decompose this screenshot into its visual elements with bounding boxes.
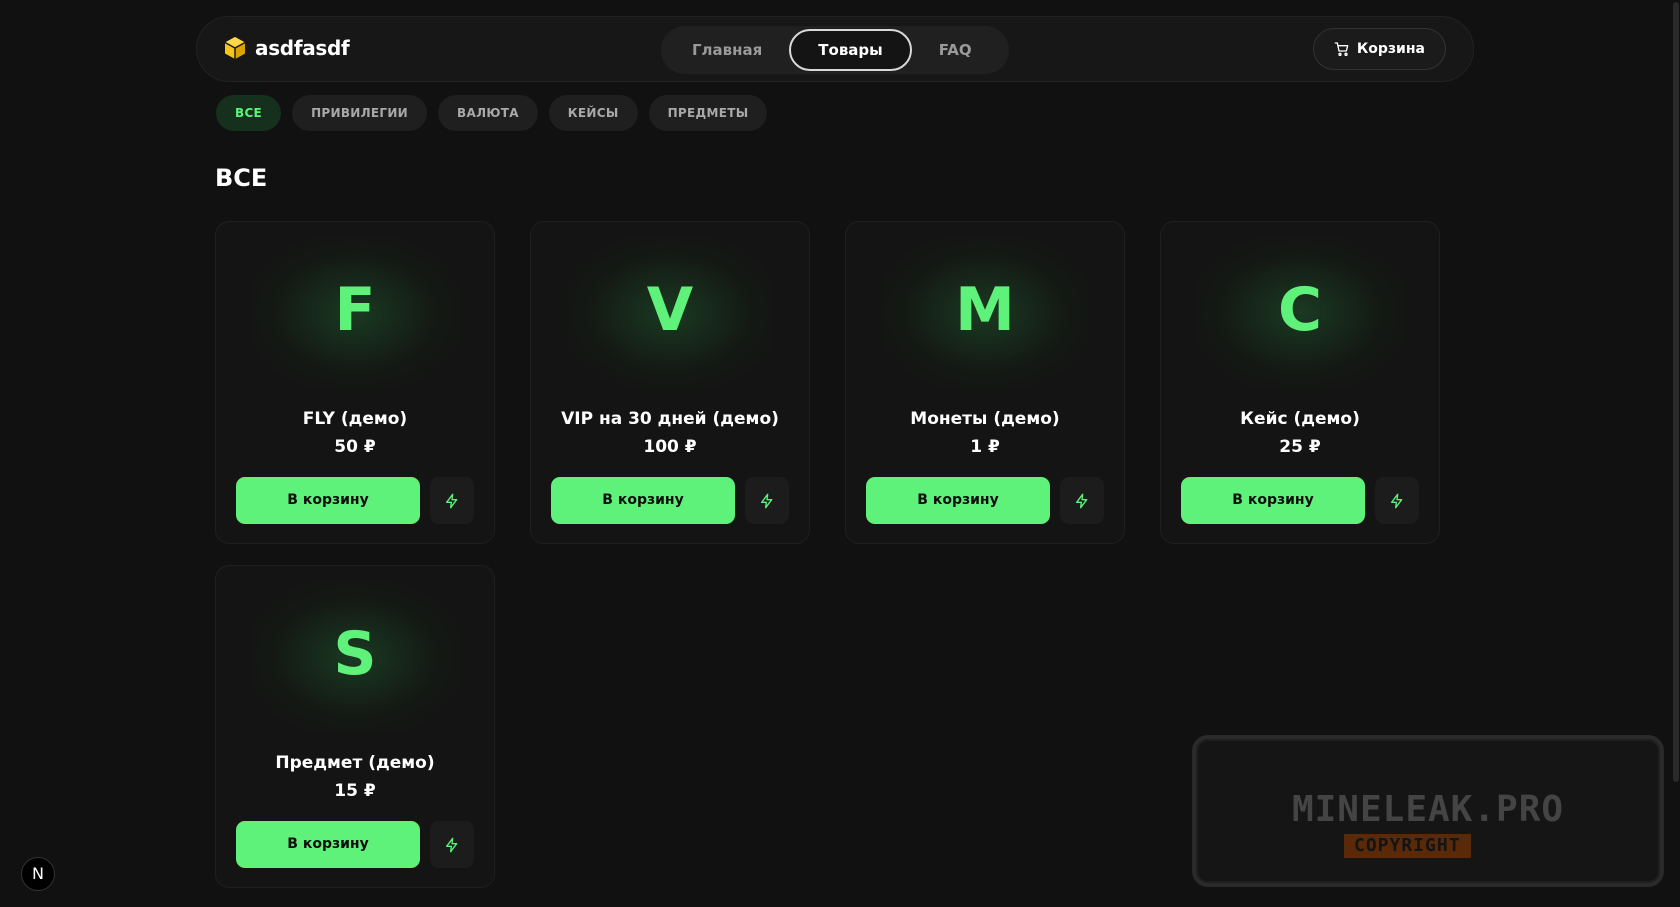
product-card-item: S Предмет (демо) 15 ₽ В корзину [215,565,495,888]
product-letter: M [955,275,1015,345]
product-letter: S [333,619,377,689]
product-letter: F [334,275,376,345]
product-name: FLY (демо) [302,409,408,429]
filter-cases[interactable]: КЕЙСЫ [548,95,638,131]
dev-tools-badge[interactable]: N [21,857,55,891]
product-card-case: C Кейс (демо) 25 ₽ В корзину [1160,221,1440,544]
product-name: Кейс (демо) [1240,409,1360,429]
quick-buy-button[interactable] [1375,477,1419,524]
quick-buy-button[interactable] [430,821,474,868]
product-name: Предмет (демо) [275,753,435,773]
product-card-coins: M Монеты (демо) 1 ₽ В корзину [845,221,1125,544]
watermark: MINELEAK.PRO COPYRIGHT [1192,735,1664,887]
cube-logo-icon [224,37,246,59]
scrollbar-thumb[interactable] [1673,2,1679,782]
scrollbar[interactable] [1672,0,1680,907]
nav-item-faq[interactable]: FAQ [912,29,999,71]
product-price: 25 ₽ [1279,437,1321,457]
add-to-cart-button[interactable]: В корзину [1181,477,1365,524]
product-price: 1 ₽ [970,437,1000,457]
quick-buy-button[interactable] [430,477,474,524]
quick-buy-button[interactable] [745,477,789,524]
product-card-vip: V VIP на 30 дней (демо) 100 ₽ В корзину [530,221,810,544]
nav-item-products[interactable]: Товары [789,29,912,71]
product-letter: V [646,275,694,345]
logo-text: asdfasdf [255,36,350,60]
nav-item-home[interactable]: Главная [665,29,789,71]
lightning-icon [446,837,458,852]
product-letter: C [1277,275,1323,345]
category-filters: ВСЕ ПРИВИЛЕГИИ ВАЛЮТА КЕЙСЫ ПРЕДМЕТЫ [216,95,768,131]
logo[interactable]: asdfasdf [223,36,350,60]
site-header: asdfasdf Главная Товары FAQ Корзина [196,16,1474,82]
filter-currency[interactable]: ВАЛЮТА [438,95,538,131]
watermark-title: MINELEAK.PRO [1291,789,1565,830]
product-card-fly: F FLY (демо) 50 ₽ В корзину [215,221,495,544]
watermark-subtitle: COPYRIGHT [1344,834,1471,858]
filter-items[interactable]: ПРЕДМЕТЫ [648,95,768,131]
section-title: ВСЕ [215,164,268,192]
product-name: VIP на 30 дней (демо) [561,409,779,429]
product-price: 50 ₽ [334,437,376,457]
add-to-cart-button[interactable]: В корзину [236,821,420,868]
filter-privileges[interactable]: ПРИВИЛЕГИИ [292,95,428,131]
quick-buy-button[interactable] [1060,477,1104,524]
lightning-icon [1391,493,1403,508]
cart-label: Корзина [1356,41,1425,57]
lightning-icon [761,493,773,508]
product-price: 15 ₽ [334,781,376,801]
add-to-cart-button[interactable]: В корзину [236,477,420,524]
lightning-icon [1076,493,1088,508]
cart-icon [1334,42,1349,56]
product-price: 100 ₽ [643,437,697,457]
lightning-icon [446,493,458,508]
product-name: Монеты (демо) [910,409,1060,429]
main-nav: Главная Товары FAQ [661,26,1009,74]
filter-all[interactable]: ВСЕ [216,95,282,131]
cart-button[interactable]: Корзина [1312,28,1446,70]
add-to-cart-button[interactable]: В корзину [866,477,1050,524]
add-to-cart-button[interactable]: В корзину [551,477,735,524]
